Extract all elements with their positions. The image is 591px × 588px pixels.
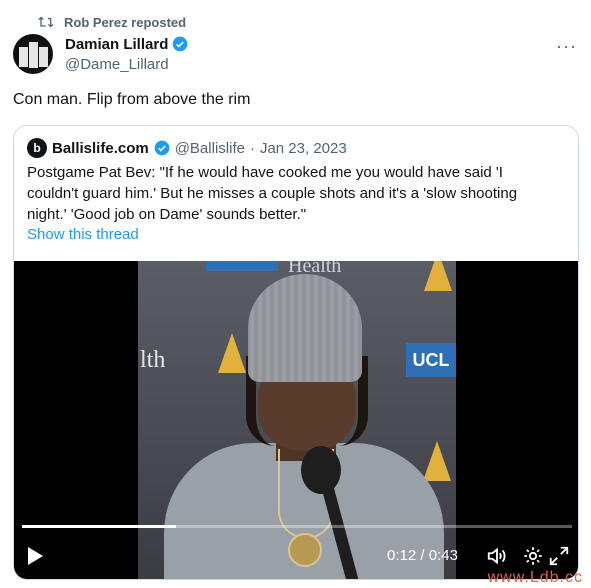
video-player[interactable]: Health lth UCL 0:12 / 0:43	[14, 261, 578, 579]
microphone	[301, 446, 341, 494]
repost-icon	[38, 16, 54, 28]
current-time: 0:12	[387, 547, 417, 564]
ucla-logo: UCL	[406, 343, 456, 377]
video-controls: 0:12 / 0:43	[14, 539, 578, 573]
sponsor-banner	[206, 261, 278, 271]
volume-icon[interactable]	[486, 545, 508, 567]
watermark-text: www.Ldb.cc	[487, 569, 583, 586]
meta-separator: ·	[249, 139, 255, 157]
quoted-tweet-date[interactable]: Jan 23, 2023	[260, 140, 347, 157]
backdrop-text-lth: lth	[140, 347, 166, 373]
repost-indicator[interactable]: Rob Perez reposted	[38, 14, 186, 30]
show-thread-link[interactable]: Show this thread	[27, 226, 139, 243]
video-frame: Health lth UCL	[138, 261, 456, 579]
author-handle[interactable]: @Dame_Lillard	[65, 56, 188, 73]
lakers-logo	[423, 441, 451, 481]
quoted-tweet[interactable]: b Ballislife.com @Ballislife · Jan 23, 2…	[13, 125, 579, 580]
avatar[interactable]	[13, 34, 53, 74]
video-progress-fill	[22, 525, 176, 528]
video-progress-bar[interactable]	[22, 525, 572, 528]
quoted-tweet-header: b Ballislife.com @Ballislife · Jan 23, 2…	[27, 138, 347, 158]
lakers-logo	[424, 261, 452, 291]
quoted-author-name[interactable]: Ballislife.com	[52, 140, 149, 157]
author-name[interactable]: Damian Lillard	[65, 36, 168, 53]
lakers-logo	[218, 333, 246, 373]
fullscreen-icon[interactable]	[548, 545, 570, 567]
video-time: 0:12 / 0:43	[387, 547, 458, 564]
settings-gear-icon[interactable]	[522, 545, 544, 567]
quoted-author-handle[interactable]: @Ballislife	[175, 140, 245, 157]
video-duration: 0:43	[428, 547, 458, 564]
author-block: Damian Lillard @Dame_Lillard	[65, 34, 188, 73]
repost-text: Rob Perez reposted	[64, 14, 187, 30]
verified-badge-icon	[173, 36, 188, 52]
ballislife-logo-icon: b	[27, 138, 47, 158]
verified-badge-icon	[154, 140, 170, 156]
player-beanie	[248, 274, 362, 382]
tweet-text: Con man. Flip from above the rim	[13, 91, 251, 108]
quoted-tweet-text: Postgame Pat Bev: "If he would have cook…	[27, 164, 518, 223]
time-separator: /	[420, 547, 425, 564]
more-icon[interactable]: ···	[556, 36, 577, 57]
play-icon[interactable]	[28, 547, 43, 565]
